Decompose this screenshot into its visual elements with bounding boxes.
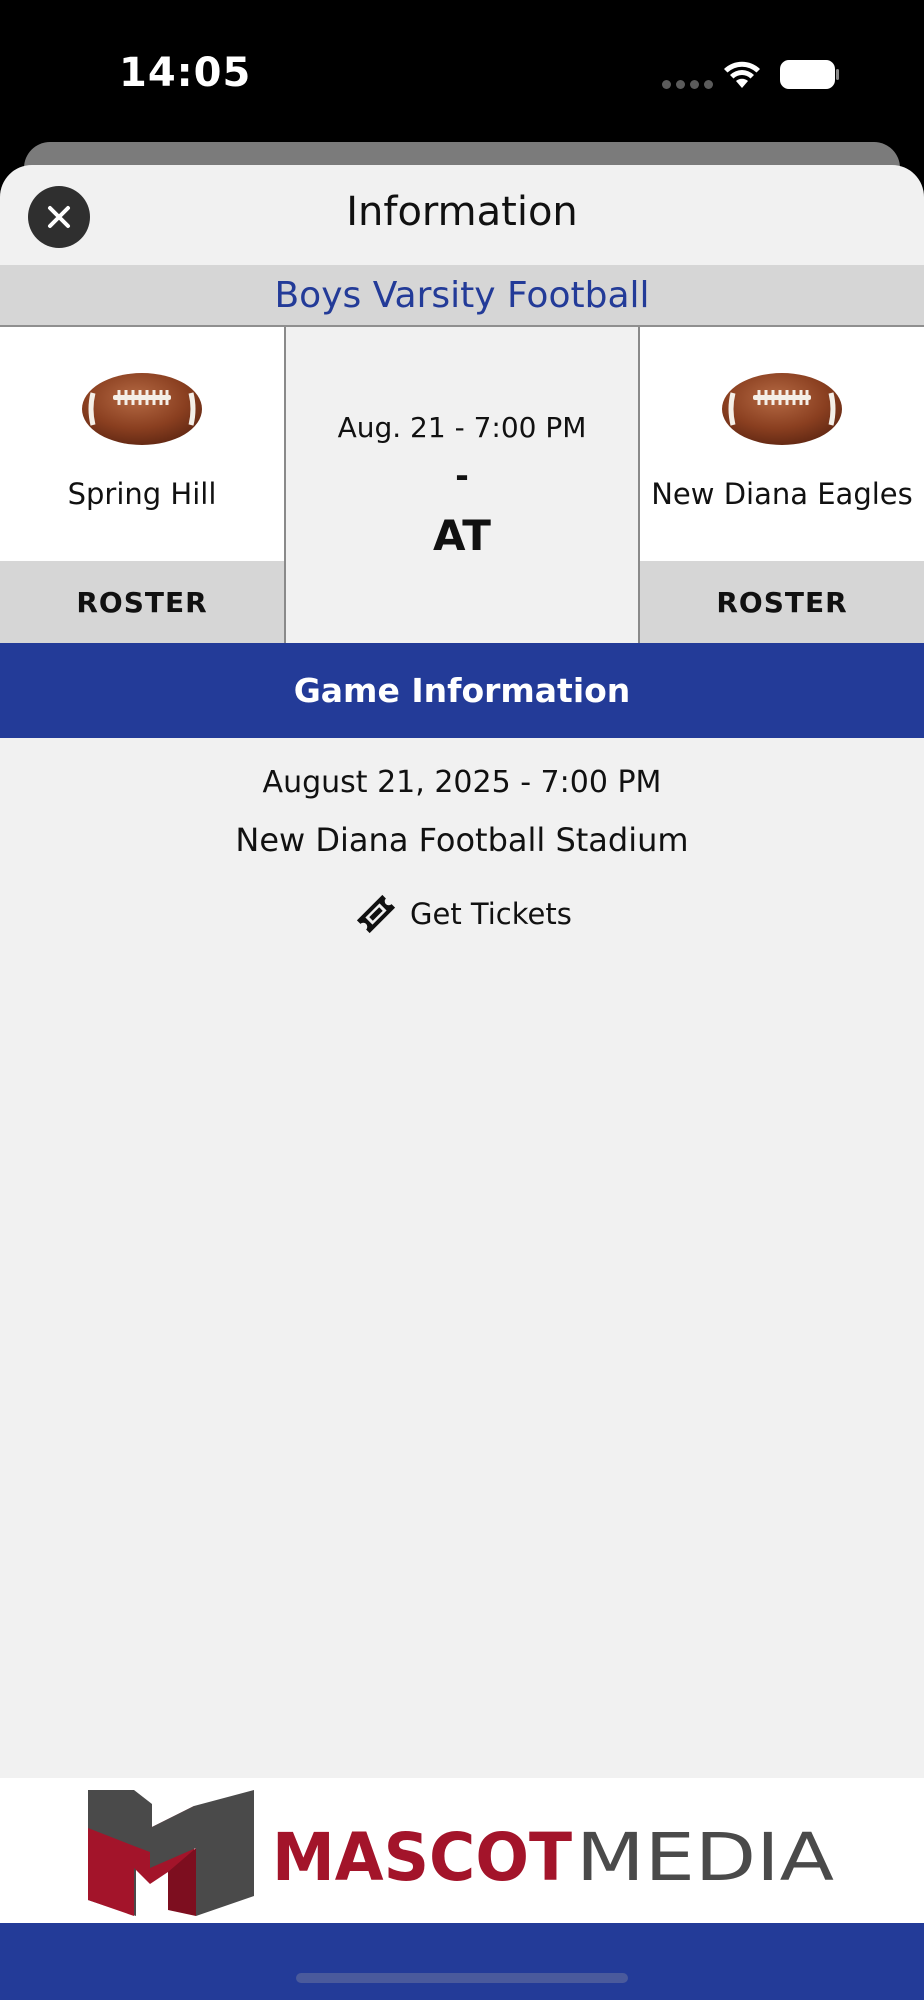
matchup-panel: Spring Hill ROSTER Aug. 21 - 7:00 PM - A…: [0, 327, 924, 643]
home-team-name: Spring Hill: [67, 477, 217, 511]
nav-bar: Information: [0, 165, 924, 265]
wifi-icon: [724, 61, 760, 88]
battery-icon: [780, 60, 839, 89]
mascot-media-logo: MASCOT MEDIA: [88, 1790, 834, 1916]
get-tickets-label: Get Tickets: [410, 897, 572, 931]
game-summary: Aug. 21 - 7:00 PM - AT: [284, 327, 640, 643]
away-team-name: New Diana Eagles: [651, 477, 913, 511]
sport-bar: Boys Varsity Football: [0, 265, 924, 327]
away-roster-button[interactable]: ROSTER: [640, 561, 924, 643]
get-tickets-link[interactable]: Get Tickets: [352, 889, 572, 939]
football-icon: [82, 373, 202, 445]
home-team: Spring Hill ROSTER: [0, 327, 284, 643]
game-date: August 21, 2025 - 7:00 PM: [262, 765, 662, 800]
information-sheet: Information Boys Varsity Football Spring…: [0, 165, 924, 2000]
sport-title: Boys Varsity Football: [274, 274, 650, 316]
home-roster-button[interactable]: ROSTER: [0, 561, 284, 643]
home-indicator[interactable]: [296, 1973, 628, 1983]
game-information-header: Game Information: [0, 643, 924, 738]
bottom-bar: [0, 1923, 924, 2000]
football-icon: [722, 373, 842, 445]
svg-text:MEDIA: MEDIA: [576, 1819, 834, 1896]
cellular-signal-icon: [662, 80, 713, 89]
game-datetime: Aug. 21 - 7:00 PM: [337, 411, 587, 444]
ticket-icon: [356, 894, 396, 934]
svg-text:MASCOT: MASCOT: [272, 1819, 572, 1896]
away-team: New Diana Eagles ROSTER: [640, 327, 924, 643]
page-title: Information: [346, 189, 578, 235]
sponsor-banner[interactable]: MASCOT MEDIA: [0, 1778, 924, 1923]
status-bar: 14:05: [0, 0, 924, 140]
game-status: AT: [433, 511, 491, 560]
status-time: 14:05: [119, 50, 252, 96]
game-score: -: [455, 453, 469, 497]
game-venue: New Diana Football Stadium: [235, 821, 689, 859]
